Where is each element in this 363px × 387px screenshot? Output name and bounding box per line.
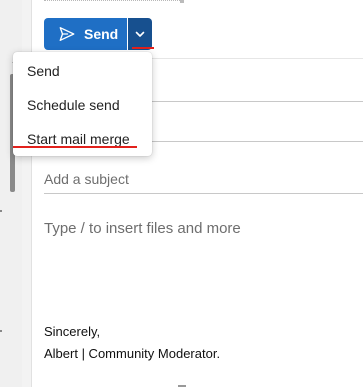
divider-dot [0, 210, 2, 212]
to-field-line[interactable] [152, 101, 363, 102]
top-divider-end [180, 0, 184, 3]
top-divider [44, 0, 184, 2]
send-button-label: Send [84, 26, 119, 42]
menu-item-start-mail-merge[interactable]: Start mail merge [13, 124, 152, 154]
cc-field-line[interactable] [152, 141, 363, 142]
send-icon [59, 27, 75, 41]
subject-field-line [44, 193, 363, 194]
menu-item-send[interactable]: Send [13, 56, 152, 86]
signature-line: Sincerely, [44, 324, 101, 339]
send-options-dropdown[interactable] [128, 18, 152, 50]
annotation-underline [13, 146, 137, 148]
compose-window: ▲ Send Type / to insert files and more S… [0, 0, 363, 387]
chevron-down-icon [135, 31, 145, 37]
send-options-menu: Send Schedule send Start mail merge [13, 52, 152, 156]
annotation-underline [132, 47, 154, 49]
divider-dot [0, 330, 2, 332]
signature-line: Albert | Community Moderator. [44, 346, 221, 361]
subject-input[interactable] [44, 166, 354, 192]
send-button[interactable]: Send [44, 18, 127, 50]
menu-item-schedule-send[interactable]: Schedule send [13, 90, 152, 120]
body-placeholder[interactable]: Type / to insert files and more [44, 220, 241, 237]
